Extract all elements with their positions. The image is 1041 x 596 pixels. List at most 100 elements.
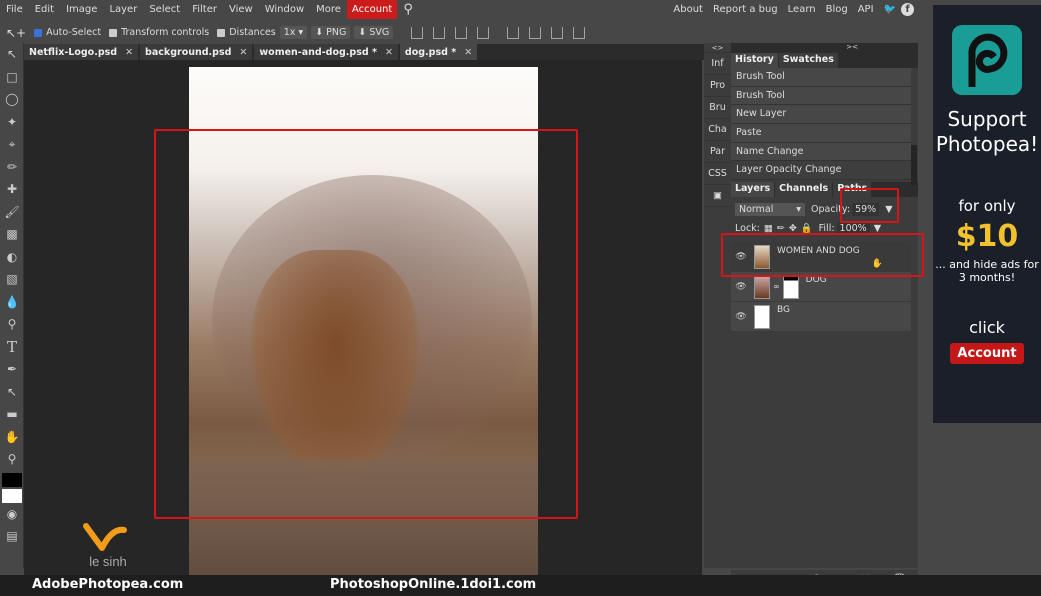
menu-more[interactable]: More (310, 0, 347, 19)
gradient-tool-icon[interactable]: ▧ (0, 268, 24, 291)
close-icon[interactable]: ✕ (125, 47, 133, 58)
background-color-swatch[interactable] (1, 488, 22, 503)
history-item[interactable]: Brush Tool (731, 86, 911, 106)
quick-mask-icon[interactable]: ◉ (0, 503, 24, 526)
menu-layer[interactable]: Layer (103, 0, 143, 19)
crop-tool-icon[interactable]: ⌖ (0, 133, 24, 156)
menu-select[interactable]: Select (143, 0, 186, 19)
lasso-tool-icon[interactable]: ◯ (0, 88, 24, 111)
blend-mode-select[interactable]: Normal ▾ (735, 203, 805, 217)
brush-panel-button[interactable]: Bru (704, 97, 731, 119)
api-link[interactable]: API (853, 0, 879, 19)
twitter-icon[interactable]: 🐦 (879, 0, 901, 19)
tab-netflix-logo[interactable]: Netflix-Logo.psd ✕ (24, 44, 139, 60)
zoom-tool-icon[interactable]: ⚲ (0, 448, 24, 471)
history-scrollbar[interactable] (911, 145, 917, 185)
align-top-icon[interactable] (507, 26, 520, 39)
menu-filter[interactable]: Filter (186, 0, 223, 19)
highlight-box-opacity (840, 188, 899, 223)
report-bug-link[interactable]: Report a bug (708, 0, 783, 19)
path-select-tool-icon[interactable]: ↖ (0, 381, 24, 404)
align-middle-icon[interactable] (529, 26, 542, 39)
screen-mode-icon[interactable]: ▤ (0, 525, 24, 548)
close-icon[interactable]: ✕ (464, 47, 472, 58)
chevron-down-icon: ▾ (796, 204, 801, 216)
learn-link[interactable]: Learn (783, 0, 821, 19)
svg-label: SVG (369, 27, 390, 38)
visibility-eye-icon[interactable]: 👁 (731, 282, 751, 292)
tab-swatches[interactable]: Swatches (778, 53, 838, 68)
about-link[interactable]: About (668, 0, 708, 19)
eraser-tool-icon[interactable]: ◐ (0, 246, 24, 269)
zoom-value: 1x (283, 27, 296, 38)
menu-image[interactable]: Image (60, 0, 103, 19)
ad-account-button[interactable]: Account (950, 343, 1024, 364)
image-icon[interactable]: ▣ (704, 185, 731, 207)
blog-link[interactable]: Blog (821, 0, 853, 19)
marquee-tool-icon[interactable]: □ (0, 66, 24, 89)
distribute-h-icon[interactable] (477, 26, 490, 39)
account-button[interactable]: Account (346, 0, 398, 19)
tab-channels[interactable]: Channels (775, 182, 833, 198)
align-left-icon[interactable] (411, 26, 424, 39)
search-icon[interactable]: ⚲ (397, 0, 419, 19)
ad-banner[interactable]: Support Photopea! for only $10 ... and h… (933, 5, 1041, 423)
properties-panel-button[interactable]: Pro (704, 75, 731, 97)
character-panel-button[interactable]: Cha (704, 119, 731, 141)
export-png-button[interactable]: ⬇ PNG (311, 26, 351, 39)
blur-tool-icon[interactable]: 💧 (0, 291, 24, 314)
tab-layers[interactable]: Layers (731, 182, 775, 198)
tools-panel: ↖ □ ◯ ✦ ⌖ ✏ ✚ 🖌 ▩ ◐ ▧ 💧 ⚲ T ✒ ↖ ▬ ✋ ⚲ ◉ … (0, 43, 24, 568)
move-tool-icon: ↖+ (6, 25, 27, 40)
tab-background[interactable]: background.psd ✕ (140, 44, 253, 60)
visibility-eye-icon[interactable]: 👁 (731, 312, 751, 322)
hand-tool-icon[interactable]: ✋ (0, 426, 24, 449)
transform-controls-checkbox[interactable] (109, 28, 118, 37)
zoom-select[interactable]: 1x ▾ (279, 26, 308, 39)
close-icon[interactable]: ✕ (239, 47, 247, 58)
tab-history[interactable]: History (731, 53, 778, 68)
magic-wand-tool-icon[interactable]: ✦ (0, 111, 24, 134)
lesinh-logo: le sinh (83, 523, 127, 569)
stamp-tool-icon[interactable]: ▩ (0, 223, 24, 246)
dodge-tool-icon[interactable]: ⚲ (0, 313, 24, 336)
css-panel-button[interactable]: CSS (704, 163, 731, 185)
menu-window[interactable]: Window (259, 0, 310, 19)
panel-collapse-icon[interactable]: >< (731, 43, 918, 53)
auto-select-checkbox[interactable] (34, 28, 43, 37)
align-center-h-icon[interactable] (433, 26, 446, 39)
history-item[interactable]: Brush Tool (731, 68, 911, 87)
brush-tool-icon[interactable]: 🖌 (0, 201, 24, 224)
menu-edit[interactable]: Edit (29, 0, 60, 19)
collapse-icon[interactable]: <> (704, 43, 731, 53)
history-tabs: History Swatches (731, 53, 918, 68)
history-item[interactable]: Paste (731, 124, 911, 143)
healing-tool-icon[interactable]: ✚ (0, 178, 24, 201)
close-icon[interactable]: ✕ (385, 47, 393, 58)
facebook-icon[interactable]: f (901, 3, 914, 16)
export-svg-button[interactable]: ⬇ SVG (354, 26, 394, 39)
shape-tool-icon[interactable]: ▬ (0, 403, 24, 426)
history-item[interactable]: Layer Opacity Change (731, 161, 911, 181)
align-right-icon[interactable] (455, 26, 468, 39)
info-panel-button[interactable]: Inf (704, 53, 731, 75)
menu-file[interactable]: File (0, 0, 29, 19)
chevron-down-icon: ▾ (298, 27, 304, 38)
align-bottom-icon[interactable] (551, 26, 564, 39)
pen-tool-icon[interactable]: ✒ (0, 358, 24, 381)
menu-view[interactable]: View (223, 0, 259, 19)
move-tool-icon[interactable]: ↖ (0, 43, 24, 66)
watermark-bar: AdobePhotopea.com PhotoshopOnline.1doi1.… (0, 575, 1041, 596)
history-item[interactable]: Name Change (731, 142, 911, 162)
distances-checkbox[interactable] (217, 28, 226, 37)
foreground-color-swatch[interactable] (1, 472, 22, 487)
eyedropper-tool-icon[interactable]: ✏ (0, 156, 24, 179)
history-item[interactable]: New Layer (731, 105, 911, 125)
layer-row-bg[interactable]: 👁 BG (731, 302, 911, 333)
highlight-box-canvas (154, 129, 578, 519)
tab-women-and-dog[interactable]: women-and-dog.psd * ✕ (254, 44, 398, 60)
distribute-v-icon[interactable] (573, 26, 586, 39)
type-tool-icon[interactable]: T (0, 336, 24, 359)
paragraph-panel-button[interactable]: Par (704, 141, 731, 163)
tab-dog[interactable]: dog.psd * ✕ (399, 44, 478, 60)
